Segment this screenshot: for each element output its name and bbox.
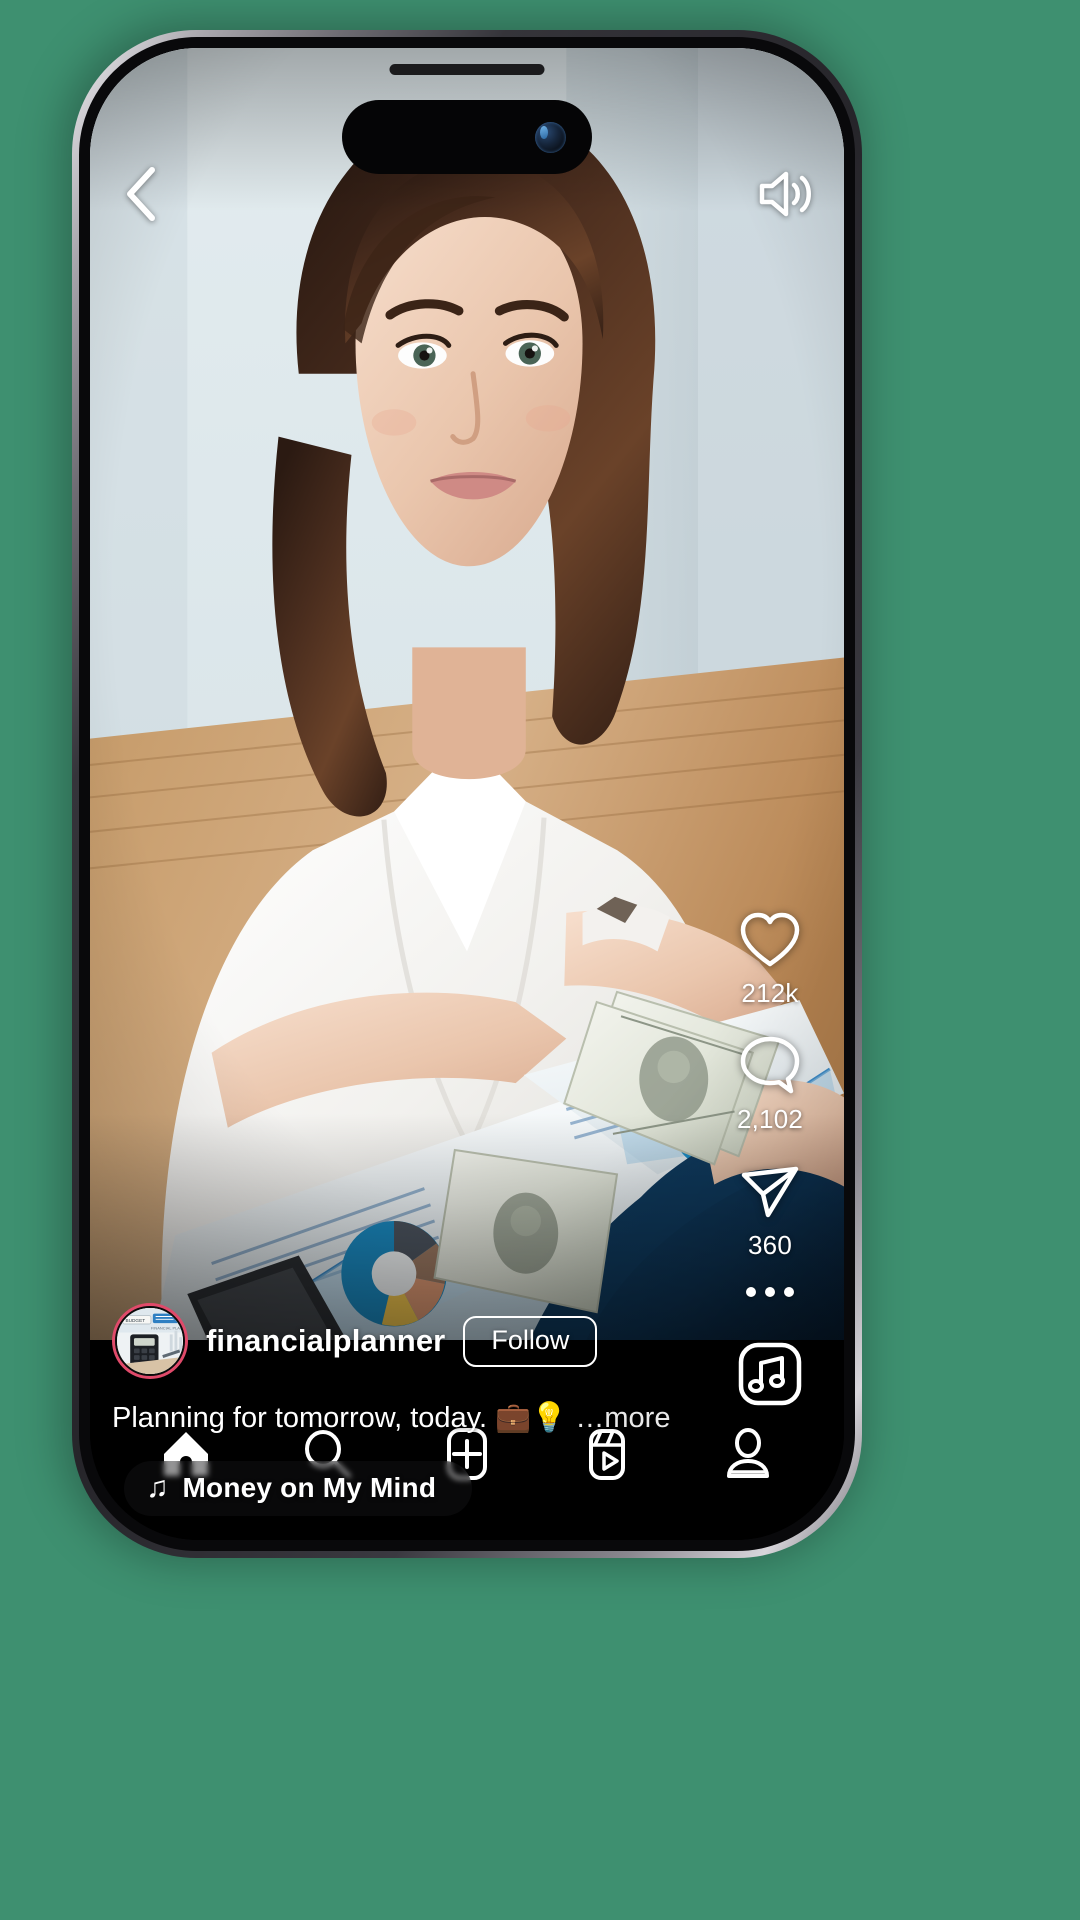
more-dot [765,1287,775,1297]
like-count: 212k [741,978,799,1008]
speaker-on-icon [759,171,811,217]
svg-text:FINANCIAL PLAN: FINANCIAL PLAN [151,1326,183,1331]
avatar: BUDGET FINANCIAL PLAN [115,1306,185,1377]
post-info: BUDGET FINANCIAL PLAN financialplanner F… [90,1303,844,1436]
chevron-left-icon [127,167,155,221]
comment-count: 2,102 [736,1104,804,1134]
dynamic-island [342,100,592,174]
avatar-story-ring[interactable]: BUDGET FINANCIAL PLAN [112,1303,188,1380]
svg-text:BUDGET: BUDGET [125,1318,145,1323]
share-count: 360 [748,1230,792,1260]
front-camera-lens [535,121,566,153]
like-button[interactable]: 212k [739,911,801,1009]
sound-toggle-button[interactable] [758,168,814,220]
follow-button[interactable]: Follow [463,1315,598,1367]
phone-frame: 212k 2,102 360 BUDGET FINANCIAL PLAN fin… [72,30,862,1558]
audio-track-pill[interactable]: ♫ Money on My Mind [124,1461,473,1516]
phone-screen: 212k 2,102 360 BUDGET FINANCIAL PLAN fin… [90,48,844,1540]
earpiece-speaker [389,64,545,75]
page-root: 212k 2,102 360 BUDGET FINANCIAL PLAN fin… [0,0,1080,1920]
comment-button[interactable]: 2,102 [737,1035,803,1135]
audio-track-title: Money on My Mind [182,1472,437,1503]
more-dot [746,1287,756,1297]
avatar-image: BUDGET FINANCIAL PLAN [117,1308,183,1375]
back-button[interactable] [120,164,162,224]
more-dot [784,1287,794,1297]
username[interactable]: financialplanner [206,1323,445,1359]
caption-text: Planning for tomorrow, today. 💼💡 [112,1402,568,1435]
caption-more-link[interactable]: …more [575,1402,670,1434]
user-row: BUDGET FINANCIAL PLAN financialplanner F… [112,1303,694,1380]
caption: Planning for tomorrow, today. 💼💡 …more [112,1401,694,1436]
more-options-button[interactable] [746,1287,794,1297]
heart-icon [740,912,800,967]
comment-icon [740,1036,800,1094]
music-note-icon: ♫ [146,1471,169,1504]
phone-bezel: 212k 2,102 360 BUDGET FINANCIAL PLAN fin… [79,37,855,1551]
share-icon [741,1166,799,1218]
share-button[interactable]: 360 [738,1161,802,1261]
